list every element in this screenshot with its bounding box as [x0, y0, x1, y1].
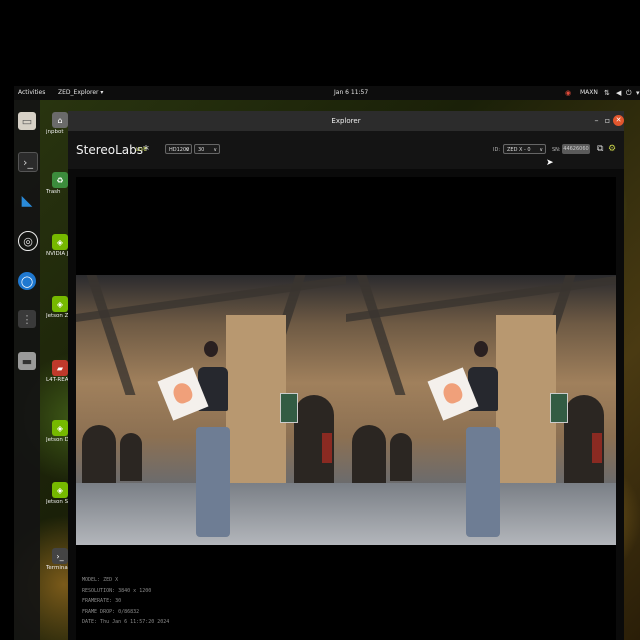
nvidia-icon: ◈ — [52, 482, 68, 498]
chevron-down-icon: ∨ — [539, 147, 543, 153]
top-bar: Activities ZED_Explorer ▾ Jan 6 11:57 ◉ … — [14, 86, 640, 100]
vscode-icon[interactable]: ◣ — [18, 192, 36, 210]
info-frame-drop: FRAME DROP: 0/86832 — [82, 608, 140, 615]
id-label: ID: — [493, 147, 501, 153]
clock[interactable]: Jan 6 11:57 — [334, 89, 368, 96]
nvidia-icon: ◈ — [52, 234, 68, 250]
minimize-button[interactable]: – — [591, 115, 602, 126]
sn-label: SN: — [552, 147, 561, 153]
terminal-icon[interactable]: ›_ — [18, 152, 38, 172]
camera-info: MODEL: ZED X RESOLUTION: 3840 x 1200 FRA… — [82, 575, 169, 628]
info-resolution: RESOLUTION: 3840 x 1200 — [82, 587, 152, 594]
power-icon[interactable]: ⏻ — [626, 89, 632, 97]
camera-icon[interactable]: ⧉ — [597, 145, 603, 154]
activities-button[interactable]: Activities — [18, 89, 45, 96]
disk-icon[interactable]: ▬ — [18, 352, 36, 370]
nvidia-icon: ◈ — [52, 420, 68, 436]
resolution-select[interactable]: HD1200 ∨ — [165, 144, 192, 154]
obs-icon[interactable]: ◎ — [18, 231, 38, 251]
info-framerate: FRAMERATE: 30 — [82, 598, 122, 604]
fps-select[interactable]: 30 ∨ — [194, 144, 220, 154]
video-viewer: MODEL: ZED X RESOLUTION: 3840 x 1200 FRA… — [76, 177, 616, 640]
live-status: LIVE — [136, 147, 147, 153]
trash-icon: ♻ — [52, 172, 68, 188]
serial-number-field[interactable]: 44626060 — [562, 144, 590, 154]
device-select[interactable]: ZED X - 0 ∨ — [503, 144, 546, 154]
window-title: Explorer — [331, 117, 361, 125]
close-button[interactable]: ✕ — [613, 115, 624, 126]
network-icon[interactable]: ⇅ — [604, 89, 610, 97]
maximize-button[interactable]: ▫ — [602, 115, 613, 126]
left-camera-view — [76, 275, 346, 545]
power-mode-label[interactable]: MAXN — [580, 89, 598, 96]
dock: ▭ ›_ ◣ ◎ ◯ ⋮ ▬ — [14, 100, 40, 640]
mouse-cursor-icon: ➤ — [546, 158, 554, 168]
nvidia-status-icon[interactable]: ◉ — [565, 89, 571, 97]
right-camera-view — [346, 275, 616, 545]
terminal-icon: ›_ — [52, 548, 68, 564]
nvidia-icon: ◈ — [52, 296, 68, 312]
app-grid-icon[interactable]: ⋮ — [18, 310, 36, 328]
info-date: DATE: Thu Jan 6 11:57:20 2024 — [82, 619, 170, 625]
chevron-down-icon: ∨ — [185, 147, 189, 153]
info-model: MODEL: ZED X — [82, 577, 119, 583]
chevron-down-icon[interactable]: ▾ — [636, 89, 640, 97]
app-menu[interactable]: ZED_Explorer ▾ — [58, 89, 103, 96]
window-titlebar[interactable]: Explorer – ▫ ✕ — [68, 111, 624, 131]
files-icon[interactable]: ▭ — [18, 112, 36, 130]
app-toolbar: StereoLabs* LIVE HD1200 ∨ 30 ∨ ID: ZED X -… — [68, 131, 624, 169]
explorer-window: Explorer – ▫ ✕ StereoLabs* LIVE HD1200 ∨ … — [68, 111, 624, 640]
folder-icon: ▰ — [52, 360, 68, 376]
stereo-frame — [76, 275, 616, 545]
home-folder-icon: ⌂ — [52, 112, 68, 128]
volume-icon[interactable]: ◀ — [616, 89, 621, 97]
chevron-down-icon: ∨ — [213, 147, 217, 153]
chromium-icon[interactable]: ◯ — [18, 272, 36, 290]
gear-icon[interactable]: ⚙ — [608, 145, 616, 154]
